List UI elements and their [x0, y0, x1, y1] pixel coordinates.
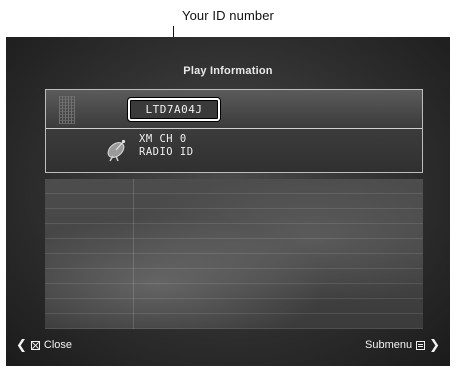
grid-column-divider — [133, 179, 134, 329]
chevron-right-icon: ❯ — [429, 337, 440, 352]
play-information-screen: Play Information LTD7A04J XM CH 0 RADIO … — [6, 37, 450, 366]
chevron-left-icon: ❮ — [16, 337, 27, 352]
submenu-icon — [416, 340, 426, 350]
close-button[interactable]: ❮ Close — [16, 338, 72, 352]
footer-bar: ❮ Close Submenu ❯ — [6, 336, 450, 356]
submenu-button[interactable]: Submenu ❯ — [365, 338, 440, 352]
radio-id-value: LTD7A04J — [128, 98, 220, 121]
panel-divider — [46, 128, 422, 129]
channel-line: XM CH 0 — [139, 133, 187, 145]
satellite-dish-icon — [107, 139, 126, 162]
radio-id-label: RADIO ID — [139, 146, 194, 158]
screen-title: Play Information — [183, 65, 273, 77]
close-box-icon — [30, 340, 40, 350]
panel-decoration — [59, 96, 75, 124]
background-grid — [45, 179, 423, 329]
callout-label: Your ID number — [182, 8, 274, 23]
page: Your ID number Play Information LTD7A04J… — [0, 0, 456, 372]
info-panel: LTD7A04J XM CH 0 RADIO ID — [45, 89, 423, 173]
submenu-label: Submenu — [365, 339, 413, 351]
close-label: Close — [43, 339, 73, 351]
